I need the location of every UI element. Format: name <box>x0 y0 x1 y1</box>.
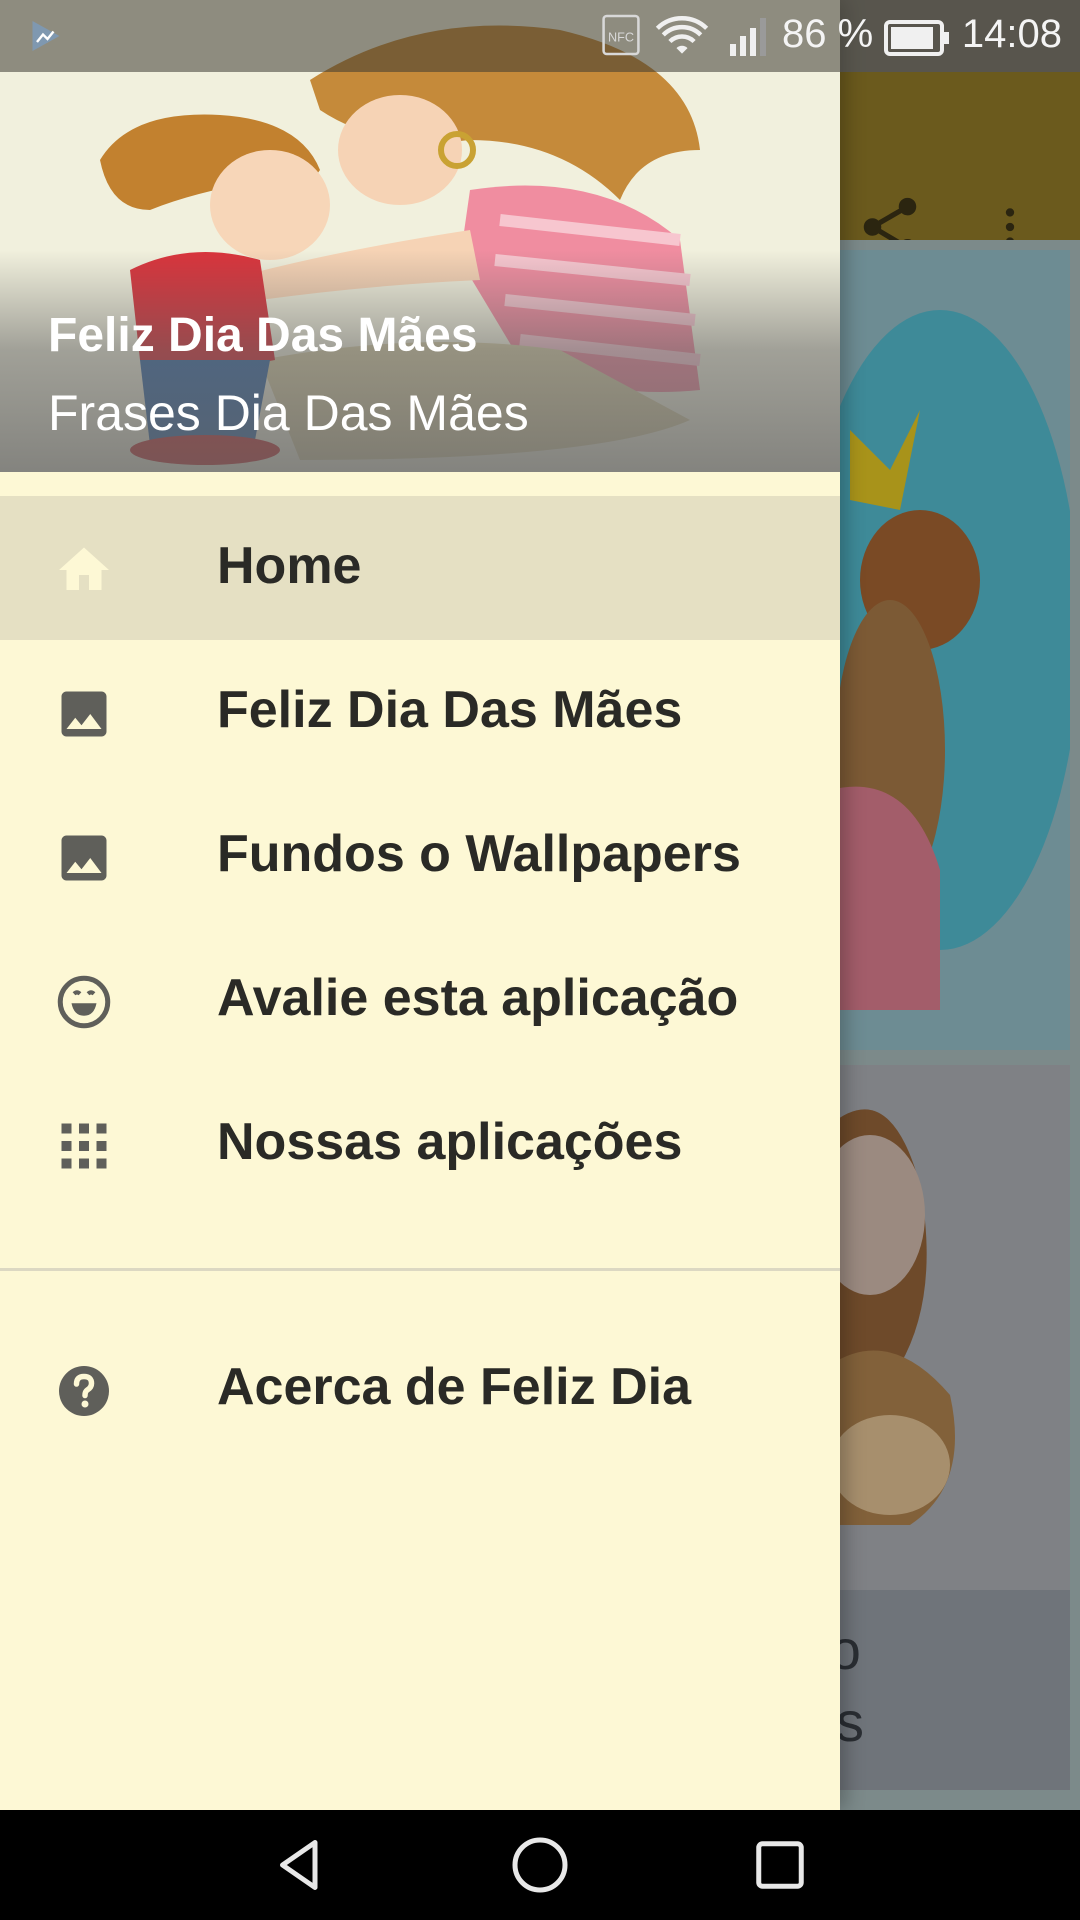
apps-grid-icon <box>61 1123 107 1169</box>
menu-divider <box>0 1268 840 1271</box>
drawer-subtitle: Frases Dia Das Mães <box>48 385 529 441</box>
card-caption-text: os o pers <box>830 1618 864 1753</box>
battery-icon <box>884 20 949 56</box>
menu-item-home[interactable]: Home <box>0 496 840 640</box>
signal-icon <box>730 18 766 56</box>
play-store-notification-icon <box>32 21 60 51</box>
menu-item-label: Nossas aplicações <box>217 1113 683 1171</box>
clock: 14:08 <box>961 12 1062 56</box>
card-caption: os o pers <box>830 1590 1070 1790</box>
card-illustration <box>830 1065 1070 1590</box>
image-icon <box>61 691 107 737</box>
navigation-drawer: Feliz Dia Das Mães Frases Dia Das Mães H… <box>0 0 840 1810</box>
menu-item-our-apps[interactable]: Nossas aplicações <box>0 1072 840 1216</box>
menu-item-label: Avalie esta aplicação <box>217 969 739 1027</box>
svg-text:NFC: NFC <box>608 30 634 44</box>
drawer-menu: Home Feliz Dia Das Mães Fundos o Wallpap… <box>0 496 840 1461</box>
system-nav-bar <box>0 1810 1080 1920</box>
drawer-title: Feliz Dia Das Mães <box>48 309 478 362</box>
back-icon[interactable] <box>270 1835 330 1895</box>
status-bar: NFC 86 % 14:08 <box>0 0 1080 72</box>
nfc-icon: NFC <box>602 14 640 56</box>
menu-item-label: Acerca de Feliz Dia <box>217 1358 691 1416</box>
content-card[interactable] <box>830 250 1070 1050</box>
image-icon <box>61 835 107 881</box>
menu-item-feliz-dia[interactable]: Feliz Dia Das Mães <box>0 640 840 784</box>
menu-item-label: Fundos o Wallpapers <box>217 825 741 883</box>
home-circle-icon[interactable] <box>510 1835 570 1895</box>
recents-icon[interactable] <box>750 1835 810 1895</box>
content-card[interactable]: os o pers <box>830 1065 1070 1790</box>
menu-item-label: Feliz Dia Das Mães <box>217 681 683 739</box>
home-icon <box>59 547 109 590</box>
menu-item-label: Home <box>217 537 362 595</box>
menu-item-rate-app[interactable]: Avalie esta aplicação <box>0 928 840 1072</box>
menu-item-wallpapers[interactable]: Fundos o Wallpapers <box>0 784 840 928</box>
battery-percent: 86 % <box>782 12 874 56</box>
wifi-icon <box>655 16 709 54</box>
menu-item-about[interactable]: Acerca de Feliz Dia <box>0 1317 840 1461</box>
smiley-icon <box>57 975 111 1029</box>
card-illustration <box>830 310 1070 1050</box>
help-icon <box>59 1366 109 1416</box>
